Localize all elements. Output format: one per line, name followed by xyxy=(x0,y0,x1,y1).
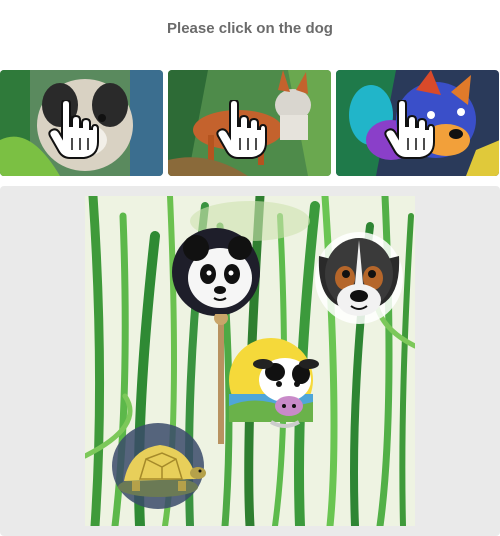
pointer-hand-icon xyxy=(48,100,99,159)
dog-option[interactable] xyxy=(313,226,405,326)
example-thumbnail-2[interactable] xyxy=(168,70,331,176)
pointer-hand-icon xyxy=(216,100,267,159)
panda-option[interactable] xyxy=(170,226,262,318)
example-thumbnail-3[interactable] xyxy=(336,70,499,176)
example-thumbnails xyxy=(0,70,500,176)
pointer-hand-icon xyxy=(384,100,435,159)
challenge-panel xyxy=(0,186,500,536)
challenge-image[interactable] xyxy=(85,196,415,526)
cow-option[interactable] xyxy=(227,336,323,432)
captcha-instruction: Please click on the dog xyxy=(167,20,333,37)
turtle-option[interactable] xyxy=(110,421,206,511)
example-thumbnail-1[interactable] xyxy=(0,70,163,176)
